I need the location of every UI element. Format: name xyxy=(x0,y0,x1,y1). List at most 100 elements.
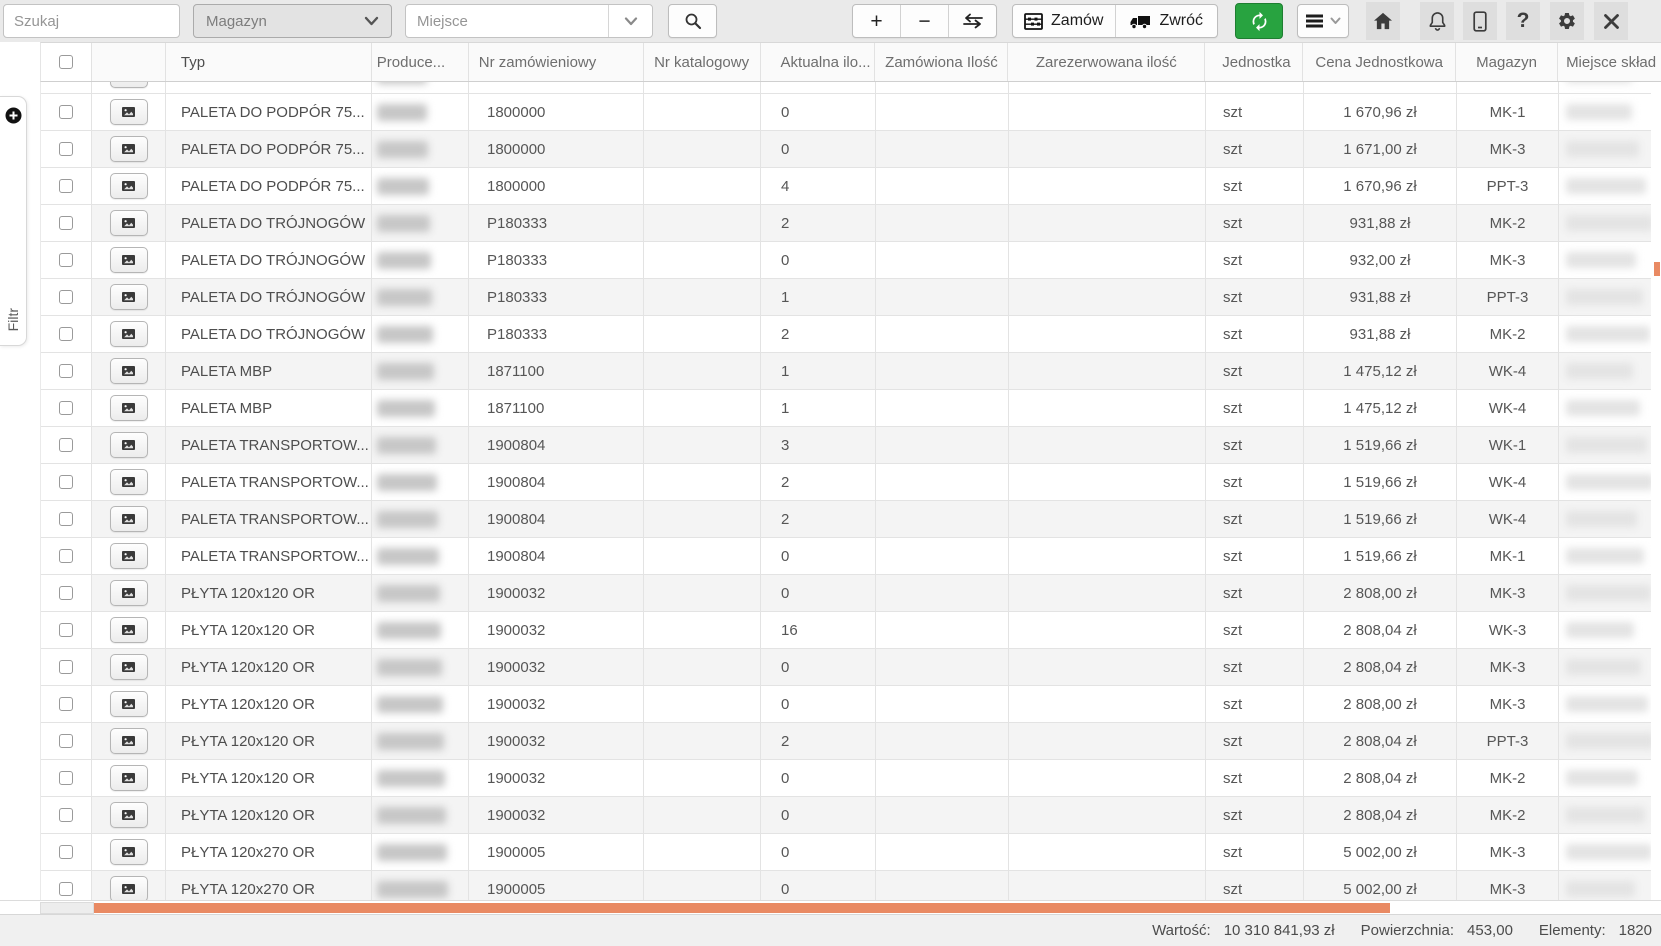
add-button[interactable]: + xyxy=(853,5,900,37)
plus-circle-icon[interactable] xyxy=(5,107,22,124)
row-checkbox[interactable] xyxy=(59,845,73,859)
image-preview-button[interactable] xyxy=(110,691,148,717)
zamow-button[interactable]: Zamów xyxy=(1013,5,1115,37)
table-row[interactable]: PŁYTA 120x120 OR19000320szt2 808,04 złMK… xyxy=(41,649,1661,686)
column-header-cena[interactable]: Cena Jednostkowa xyxy=(1303,43,1456,81)
table-row[interactable]: PŁYTA 120x120 OR19000320szt2 808,00 złMK… xyxy=(41,575,1661,612)
row-checkbox[interactable] xyxy=(59,734,73,748)
table-row[interactable]: PŁYTA 120x120 OR19000320szt2 808,00 złMK… xyxy=(41,686,1661,723)
help-button[interactable]: ? xyxy=(1506,2,1540,40)
table-row[interactable]: PALETA MBP18711001szt1 475,12 złWK-4 xyxy=(41,353,1661,390)
table-row[interactable]: PALETA TRANSPORTOW...19008043szt1 519,66… xyxy=(41,427,1661,464)
image-preview-button[interactable] xyxy=(110,543,148,569)
table-row[interactable]: PALETA DO TRÓJNOGÓWP1803332szt931,88 złM… xyxy=(41,205,1661,242)
menu-dropdown-button[interactable] xyxy=(1297,4,1349,38)
row-checkbox[interactable] xyxy=(59,660,73,674)
row-checkbox[interactable] xyxy=(59,290,73,304)
column-header-aktualna[interactable]: Aktualna ilo... xyxy=(761,43,876,81)
table-row[interactable]: PALETA DO TRÓJNOGÓWP1803332szt931,88 złM… xyxy=(41,316,1661,353)
row-checkbox[interactable] xyxy=(59,364,73,378)
magazyn-select[interactable]: Magazyn xyxy=(193,4,392,38)
column-header-nrzam[interactable]: Nr zamówieniowy xyxy=(469,43,644,81)
image-preview-button[interactable] xyxy=(110,617,148,643)
column-header-zarez[interactable]: Zarezerwowana ilość xyxy=(1008,43,1205,81)
image-preview-button[interactable] xyxy=(110,210,148,236)
mobile-button[interactable] xyxy=(1463,2,1497,40)
table-row[interactable]: PŁYTA 120x270 OR19000050szt5 002,00 złMK… xyxy=(41,871,1661,900)
row-checkbox[interactable] xyxy=(59,216,73,230)
row-checkbox[interactable] xyxy=(59,697,73,711)
table-row[interactable]: PALETA MBP18711001szt1 475,12 złWK-4 xyxy=(41,390,1661,427)
row-checkbox[interactable] xyxy=(59,475,73,489)
home-button[interactable] xyxy=(1366,2,1400,40)
table-row[interactable]: PALETA TRANSPORTOW...19008042szt1 519,66… xyxy=(41,501,1661,538)
horizontal-scrollbar-track[interactable] xyxy=(0,900,1661,914)
search-input[interactable] xyxy=(3,4,180,38)
close-button[interactable] xyxy=(1594,2,1628,40)
table-row[interactable]: PŁYTA 120x120 OR190003216szt2 808,04 złW… xyxy=(41,612,1661,649)
table-row[interactable]: PALETA DO PODPÓR 75...18000000szt1 670,9… xyxy=(41,94,1661,131)
select-all-checkbox[interactable] xyxy=(59,55,73,69)
image-preview-button[interactable] xyxy=(110,136,148,162)
search-button[interactable] xyxy=(668,4,717,38)
vertical-scrollbar-thumb[interactable] xyxy=(1654,262,1660,276)
table-row[interactable]: PŁYTA 120x120 OR19000320szt2 808,04 złMK… xyxy=(41,760,1661,797)
settings-button[interactable] xyxy=(1550,2,1584,40)
image-preview-button[interactable] xyxy=(110,82,148,88)
row-checkbox[interactable] xyxy=(59,253,73,267)
column-header-mag[interactable]: Magazyn xyxy=(1456,43,1558,81)
refresh-button[interactable] xyxy=(1235,3,1283,39)
table-row[interactable]: PŁYTA 120x120 OR19000320szt2 808,04 złMK… xyxy=(41,797,1661,834)
image-preview-button[interactable] xyxy=(110,506,148,532)
table-row[interactable]: PALETA DO TRÓJNOGÓWP1803330szt932,00 złM… xyxy=(41,242,1661,279)
row-checkbox[interactable] xyxy=(59,438,73,452)
image-preview-button[interactable] xyxy=(110,99,148,125)
image-preview-button[interactable] xyxy=(110,654,148,680)
filter-panel-tab[interactable]: Filtr xyxy=(0,96,27,346)
image-preview-button[interactable] xyxy=(110,876,148,900)
image-preview-button[interactable] xyxy=(110,469,148,495)
row-checkbox[interactable] xyxy=(59,327,73,341)
table-row[interactable]: PALETA DO TRÓJNOGÓWP1803331szt931,88 złP… xyxy=(41,279,1661,316)
row-checkbox[interactable] xyxy=(59,549,73,563)
row-checkbox[interactable] xyxy=(59,401,73,415)
image-preview-button[interactable] xyxy=(110,284,148,310)
column-header-zamowiona[interactable]: Zamówiona Ilość xyxy=(875,43,1008,81)
image-preview-button[interactable] xyxy=(110,802,148,828)
table-row[interactable]: PŁYTA 120x270 OR19000050szt5 002,00 złMK… xyxy=(41,834,1661,871)
row-checkbox[interactable] xyxy=(59,586,73,600)
table-row[interactable]: PALETA DO PODPÓR 75...18000004szt1 670,9… xyxy=(41,168,1661,205)
image-preview-button[interactable] xyxy=(110,395,148,421)
row-checkbox[interactable] xyxy=(59,882,73,896)
table-row[interactable] xyxy=(41,82,1661,94)
row-checkbox[interactable] xyxy=(59,105,73,119)
notifications-button[interactable] xyxy=(1420,2,1454,40)
image-preview-button[interactable] xyxy=(110,765,148,791)
row-checkbox[interactable] xyxy=(59,808,73,822)
table-row[interactable]: PŁYTA 120x120 OR19000322szt2 808,04 złPP… xyxy=(41,723,1661,760)
image-preview-button[interactable] xyxy=(110,432,148,458)
image-preview-button[interactable] xyxy=(110,173,148,199)
column-header-nrkat[interactable]: Nr katalogowy xyxy=(644,43,761,81)
column-header-typ[interactable]: Typ xyxy=(166,43,372,81)
row-checkbox[interactable] xyxy=(59,142,73,156)
table-row[interactable]: PALETA TRANSPORTOW...19008042szt1 519,66… xyxy=(41,464,1661,501)
subtract-button[interactable]: − xyxy=(900,5,948,37)
image-preview-button[interactable] xyxy=(110,580,148,606)
miejsce-dropdown-button[interactable] xyxy=(608,5,652,37)
image-preview-button[interactable] xyxy=(110,247,148,273)
image-preview-button[interactable] xyxy=(110,728,148,754)
column-header-miejsce[interactable]: Miejsce skład xyxy=(1558,43,1661,81)
image-preview-button[interactable] xyxy=(110,321,148,347)
row-checkbox[interactable] xyxy=(59,771,73,785)
table-row[interactable]: PALETA DO PODPÓR 75...18000000szt1 671,0… xyxy=(41,131,1661,168)
image-preview-button[interactable] xyxy=(110,358,148,384)
transfer-button[interactable] xyxy=(948,5,996,37)
miejsce-combobox[interactable]: Miejsce xyxy=(405,4,653,38)
table-row[interactable]: PALETA TRANSPORTOW...19008040szt1 519,66… xyxy=(41,538,1661,575)
horizontal-scrollbar-thumb[interactable] xyxy=(94,903,1390,913)
zwroc-button[interactable]: Zwróć xyxy=(1115,5,1218,37)
vertical-scrollbar-track[interactable] xyxy=(1651,82,1661,900)
column-header-jedn[interactable]: Jednostka xyxy=(1205,43,1303,81)
row-checkbox[interactable] xyxy=(59,512,73,526)
